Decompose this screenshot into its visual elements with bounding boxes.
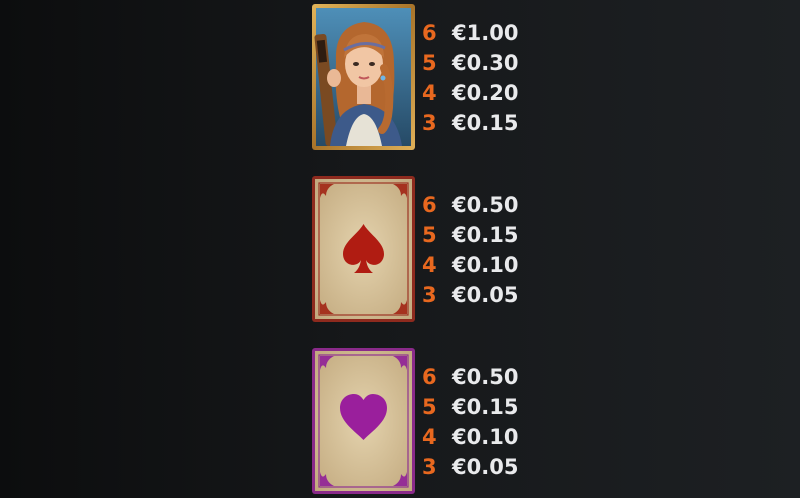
symbol-count: 6 [422, 193, 437, 217]
payout-line: 4 €0.20 [422, 78, 562, 108]
payout-amount: €0.05 [452, 455, 519, 479]
payout-line: 4 €0.10 [422, 250, 562, 280]
payout-amount: €0.15 [452, 111, 519, 135]
paytable: 6 €1.00 5 €0.30 4 €0.20 3 €0.15 6 €0.50 … [0, 0, 800, 498]
payout-amount: €0.15 [452, 395, 519, 419]
payout-amount: €0.15 [452, 223, 519, 247]
spade-payout-list: 6 €0.50 5 €0.15 4 €0.10 3 €0.05 [422, 190, 562, 310]
payout-line: 3 €0.05 [422, 452, 562, 482]
payout-line: 5 €0.15 [422, 392, 562, 422]
symbol-count: 5 [422, 223, 437, 247]
symbol-row-woman: 6 €1.00 5 €0.30 4 €0.20 3 €0.15 [312, 4, 572, 150]
payout-line: 6 €0.50 [422, 190, 562, 220]
symbol-row-heart: 6 €0.50 5 €0.15 4 €0.10 3 €0.05 [312, 348, 572, 494]
payout-amount: €0.50 [452, 193, 519, 217]
symbol-count: 4 [422, 81, 437, 105]
symbol-count: 4 [422, 425, 437, 449]
symbol-count: 3 [422, 111, 437, 135]
heart-symbol-card [312, 348, 415, 494]
payout-line: 4 €0.10 [422, 422, 562, 452]
payout-line: 6 €1.00 [422, 18, 562, 48]
payout-amount: €0.05 [452, 283, 519, 307]
woman-symbol-card [312, 4, 415, 150]
woman-payout-list: 6 €1.00 5 €0.30 4 €0.20 3 €0.15 [422, 18, 562, 138]
payout-line: 3 €0.15 [422, 108, 562, 138]
payout-amount: €0.30 [452, 51, 519, 75]
musician-woman-portrait-icon [312, 4, 415, 150]
payout-amount: €0.10 [452, 425, 519, 449]
symbol-count: 5 [422, 51, 437, 75]
symbol-count: 3 [422, 455, 437, 479]
payout-line: 6 €0.50 [422, 362, 562, 392]
symbol-count: 6 [422, 21, 437, 45]
symbol-count: 3 [422, 283, 437, 307]
symbol-row-spade: 6 €0.50 5 €0.15 4 €0.10 3 €0.05 [312, 176, 572, 322]
payout-line: 5 €0.15 [422, 220, 562, 250]
payout-amount: €0.10 [452, 253, 519, 277]
payout-line: 5 €0.30 [422, 48, 562, 78]
payout-line: 3 €0.05 [422, 280, 562, 310]
payout-amount: €0.50 [452, 365, 519, 389]
heart-card-icon [312, 348, 415, 494]
heart-payout-list: 6 €0.50 5 €0.15 4 €0.10 3 €0.05 [422, 362, 562, 482]
payout-amount: €1.00 [452, 21, 519, 45]
spade-symbol-card [312, 176, 415, 322]
symbol-count: 6 [422, 365, 437, 389]
payout-amount: €0.20 [452, 81, 519, 105]
symbol-count: 4 [422, 253, 437, 277]
symbol-count: 5 [422, 395, 437, 419]
spade-card-icon [312, 176, 415, 322]
